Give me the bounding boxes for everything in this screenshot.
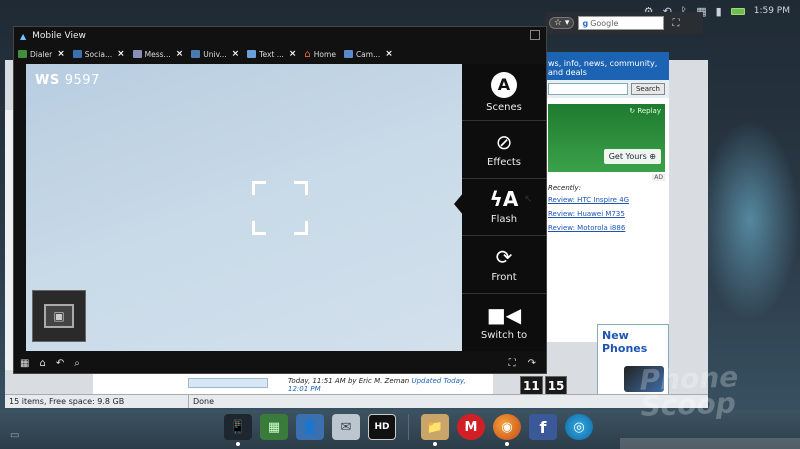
google-search-input[interactable]: g Google xyxy=(578,16,665,30)
tab-messaging[interactable]: Mess... × xyxy=(132,49,184,59)
back-icon[interactable]: ↶ xyxy=(56,358,64,369)
ad-replay-button[interactable]: ↻ Replay xyxy=(629,107,661,115)
fit-window-icon[interactable]: ⛶ xyxy=(509,358,516,369)
recently-title: Recently: xyxy=(548,184,581,192)
close-icon[interactable]: × xyxy=(57,49,65,59)
site-tagline: ws, info, news, community, and deals xyxy=(544,52,669,80)
front-camera-button[interactable]: ⟳ Front xyxy=(462,236,546,294)
universal-inbox-icon xyxy=(191,50,201,58)
text-message-icon xyxy=(247,50,257,58)
google-logo-icon: g xyxy=(582,18,589,28)
effects-button[interactable]: ⊘ Effects xyxy=(462,121,546,179)
browser-url-bar: ☆ ▾ g Google ⛶ xyxy=(545,12,703,34)
rotate-icon[interactable]: ↷ xyxy=(528,358,536,369)
window-title: Mobile View xyxy=(32,31,86,41)
tab-camera[interactable]: Cam... × xyxy=(343,49,393,59)
fullscreen-icon[interactable]: ⛶ xyxy=(672,18,679,29)
search-icon[interactable]: ⌕ xyxy=(74,358,80,369)
site-search-row: Search xyxy=(544,80,669,98)
flash-button[interactable]: ϟA Flash xyxy=(462,179,546,237)
recently-list: Recently: Review: HTC Inspire 4G Review:… xyxy=(548,184,665,232)
effects-icon: ⊘ xyxy=(495,130,513,155)
mobile-view-icon: ▲ xyxy=(20,31,27,41)
dialer-icon xyxy=(18,50,27,58)
article-strip: Today, 11:51 AM by Eric M. Zeman Updated… xyxy=(93,372,493,396)
clock-minute: 15 xyxy=(544,376,568,396)
camera-controls-panel: A Scenes ⊘ Effects ϟA Flash ⟳ Front ■◀ S… xyxy=(462,64,546,351)
close-icon[interactable]: × xyxy=(289,49,297,59)
dock-contacts-icon[interactable]: 👤 xyxy=(296,414,324,440)
tab-universal[interactable]: Univ... × xyxy=(191,49,239,59)
switch-to-video-button[interactable]: ■◀ Switch to xyxy=(462,294,546,351)
flip-clock-widget: 11 15 xyxy=(520,376,568,396)
dock-motorola-icon[interactable]: M xyxy=(457,414,485,440)
dock-items: 📱 ▦ 👤 ✉ HD 📁 M ◉ f ◎ xyxy=(224,414,593,446)
camera-viewfinder[interactable]: WS 9597 ▣ xyxy=(26,64,462,351)
ad-tag: AD xyxy=(652,174,665,181)
gallery-thumbnail-button[interactable]: ▣ xyxy=(32,290,86,342)
file-status: 15 items, Free space: 9.8 GB xyxy=(5,394,188,408)
dock-apps-icon[interactable]: ▦ xyxy=(260,414,288,440)
clock-hour: 11 xyxy=(520,376,543,396)
status-time: 1:59 PM xyxy=(753,6,790,16)
home-icon: ⌂ xyxy=(304,48,311,60)
mobile-view-window: ▲ Mobile View Dialer × Socia... × Mess..… xyxy=(13,26,547,374)
dock-right-strip xyxy=(620,438,800,449)
mouse-cursor-icon: ↖ xyxy=(524,194,533,205)
article-thumbnail xyxy=(188,378,268,388)
bookmark-star-icon[interactable]: ☆ ▾ xyxy=(549,17,575,29)
dock-att-icon[interactable]: ◎ xyxy=(565,414,593,440)
messaging-icon xyxy=(132,50,142,58)
site-search-button[interactable]: Search xyxy=(630,83,665,95)
window-bottom-actions: ⛶ ↷ xyxy=(509,358,546,369)
window-resize-button[interactable] xyxy=(530,30,540,40)
window-bottom-bar: ▦ ⌂ ↶ ⌕ ⛶ ↷ xyxy=(14,353,546,373)
close-icon[interactable]: × xyxy=(117,49,125,59)
dock-mail-icon[interactable]: ✉ xyxy=(332,414,360,440)
close-icon[interactable]: × xyxy=(232,49,240,59)
tab-social[interactable]: Socia... × xyxy=(72,49,125,59)
apps-grid-icon[interactable]: ▦ xyxy=(20,358,29,369)
gallery-icon: ▣ xyxy=(44,304,74,328)
watermark-logo: Phone Scoop xyxy=(639,360,739,423)
browser-status: Done xyxy=(188,394,708,408)
close-icon[interactable]: × xyxy=(176,49,184,59)
social-icon xyxy=(72,50,82,58)
home-icon[interactable]: ⌂ xyxy=(39,358,45,369)
dock-hd-icon[interactable]: HD xyxy=(368,414,396,440)
recent-link[interactable]: Review: HTC Inspire 4G xyxy=(548,196,665,204)
storage-remaining: WS 9597 xyxy=(35,73,100,88)
recent-link[interactable]: Review: Motorola i886 xyxy=(548,224,665,232)
app-tabs: Dialer × Socia... × Mess... × Univ... × … xyxy=(14,45,546,63)
battery-icon xyxy=(730,7,745,15)
tab-home[interactable]: ⌂ Home xyxy=(304,49,336,60)
dock-firefox-icon[interactable]: ◉ xyxy=(493,414,521,446)
flash-auto-icon: ϟA xyxy=(489,187,519,212)
article-byline: Today, 11:51 AM by Eric M. Zeman Updated… xyxy=(288,377,466,393)
web-page-content: ws, info, news, community, and deals Sea… xyxy=(544,52,669,342)
site-search-input[interactable] xyxy=(548,83,628,95)
dock-facebook-icon[interactable]: f xyxy=(529,414,557,440)
close-icon[interactable]: × xyxy=(385,49,393,59)
scenes-icon: A xyxy=(491,71,517,98)
camera-tab-icon xyxy=(343,50,353,58)
tab-text[interactable]: Text ... × xyxy=(247,49,296,59)
tab-dialer[interactable]: Dialer × xyxy=(18,49,65,59)
signal-icon: ▮ xyxy=(715,4,722,18)
ad-cta-button[interactable]: Get Yours ⊕ xyxy=(603,149,661,164)
window-title-bar[interactable]: ▲ Mobile View xyxy=(14,27,546,45)
advertisement[interactable]: ↻ Replay Get Yours ⊕ AD xyxy=(548,104,665,181)
switch-camera-icon: ⟳ xyxy=(495,244,513,269)
scenes-button[interactable]: A Scenes xyxy=(462,64,546,122)
dock-separator xyxy=(408,414,409,440)
focus-brackets xyxy=(252,181,308,235)
desktop-icon[interactable]: ▭ xyxy=(10,430,19,441)
dock-phone-icon[interactable]: 📱 xyxy=(224,414,252,446)
ambient-glow xyxy=(700,120,800,320)
video-camera-icon: ■◀ xyxy=(486,302,522,327)
recent-link[interactable]: Review: Huawei M735 xyxy=(548,210,665,218)
dock-folder-icon[interactable]: 📁 xyxy=(421,414,449,446)
